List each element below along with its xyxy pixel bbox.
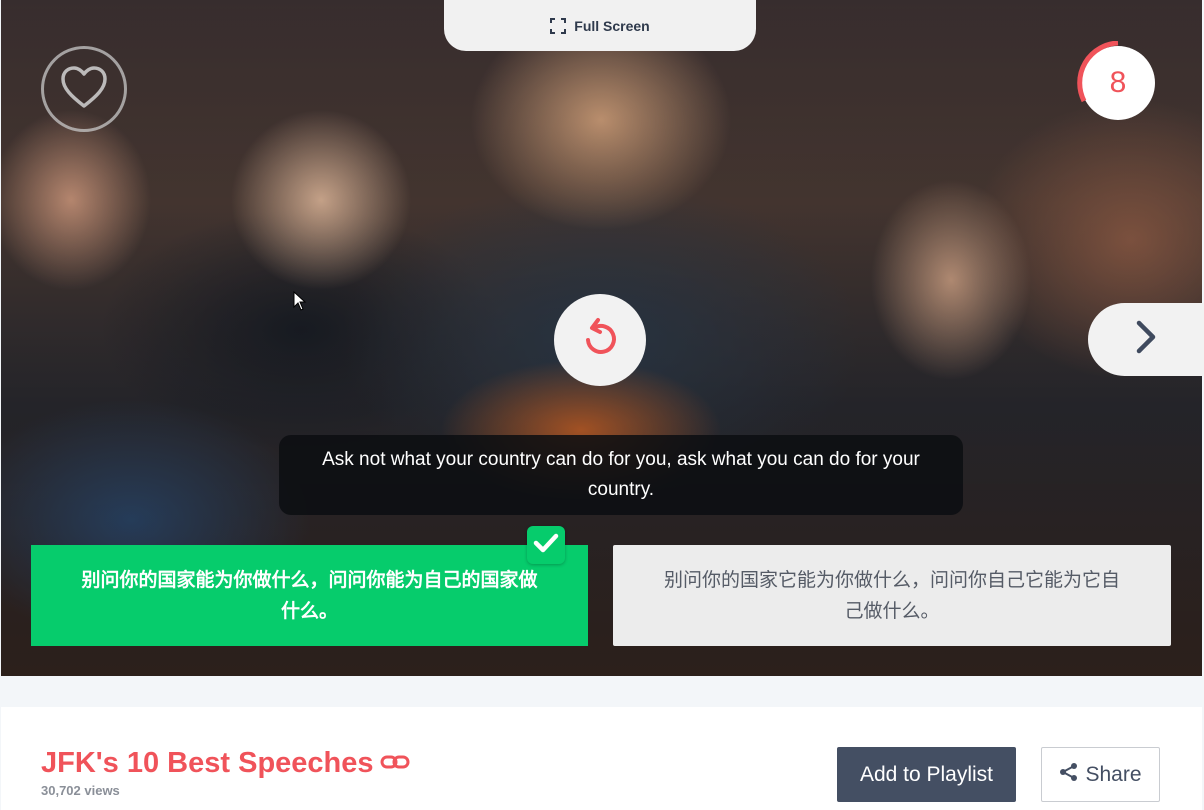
link-icon	[380, 747, 410, 780]
video-info-panel: JFK's 10 Best Speeches 30,702 views Add …	[1, 707, 1202, 810]
favorite-button[interactable]	[41, 46, 127, 132]
add-to-playlist-button[interactable]: Add to Playlist	[837, 747, 1016, 802]
replay-icon	[578, 316, 622, 365]
chevron-right-icon	[1134, 319, 1158, 360]
timer-value: 8	[1109, 66, 1127, 99]
add-to-playlist-label: Add to Playlist	[859, 762, 994, 786]
check-icon	[533, 532, 559, 559]
answer-option-text: 别问你的国家它能为你做什么，问问你自己它能为它自己做什么。	[663, 569, 1120, 622]
countdown-timer: 8	[1076, 41, 1160, 125]
share-icon	[1059, 762, 1079, 788]
mouse-cursor-icon	[293, 290, 307, 316]
share-button[interactable]: Share	[1041, 747, 1160, 802]
video-title: JFK's 10 Best Speeches	[41, 747, 374, 779]
view-count: 30,702 views	[41, 783, 120, 798]
video-title-link[interactable]: JFK's 10 Best Speeches	[41, 747, 410, 780]
heart-icon	[59, 64, 109, 115]
share-label: Share	[1085, 762, 1142, 786]
next-button[interactable]	[1088, 303, 1204, 376]
fullscreen-label: Full Screen	[574, 17, 650, 34]
english-subtitle: Ask not what your country can do for you…	[279, 435, 963, 515]
fullscreen-button[interactable]: Full Screen	[444, 0, 756, 51]
fullscreen-icon	[550, 17, 567, 34]
answer-option-alternative[interactable]: 别问你的国家它能为你做什么，问问你自己它能为它自己做什么。	[613, 545, 1171, 646]
correct-badge	[527, 526, 565, 564]
answer-option-correct[interactable]: 别问你的国家能为你做什么，问问你能为自己的国家做什么。	[31, 545, 588, 646]
answer-option-text: 别问你的国家能为你做什么，问问你能为自己的国家做什么。	[81, 569, 538, 622]
replay-button[interactable]	[554, 294, 646, 386]
